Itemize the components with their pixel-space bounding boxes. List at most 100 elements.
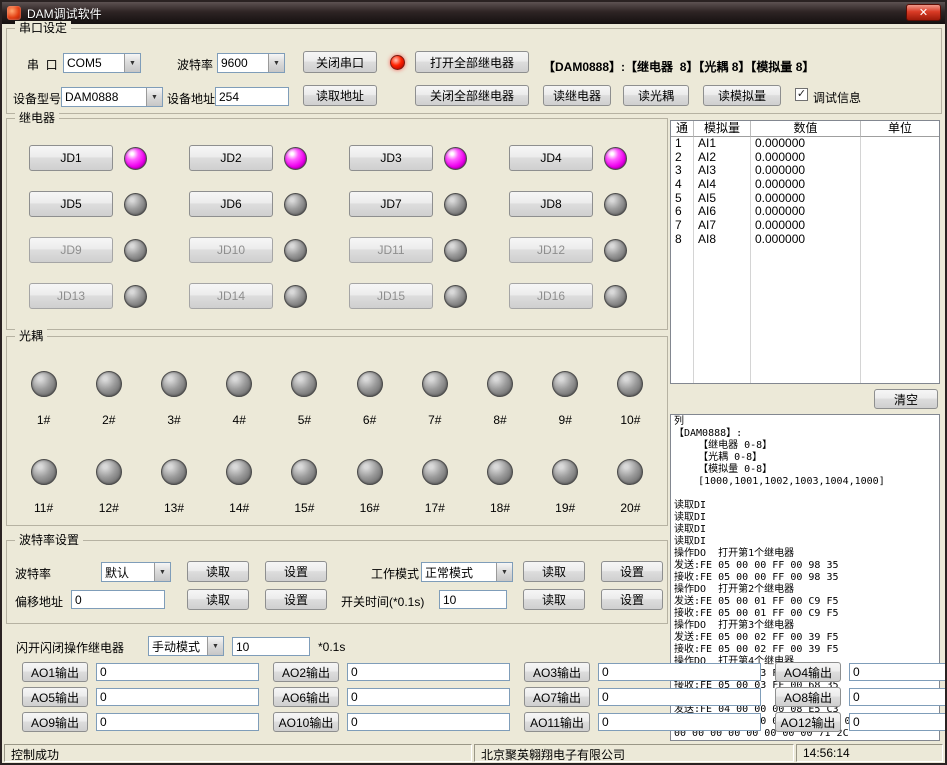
analog-table-empty-cell: [671, 315, 694, 329]
read-analog-button[interactable]: 读模拟量: [703, 85, 781, 106]
offset-read-button[interactable]: 读取: [187, 589, 249, 610]
offset-address-input[interactable]: [71, 590, 165, 609]
relay-button-jd9[interactable]: JD9: [29, 237, 113, 263]
read-relays-button[interactable]: 读继电器: [543, 85, 611, 106]
relay-light-jd14: [284, 285, 307, 308]
work-mode-set-button[interactable]: 设置: [601, 561, 663, 582]
baudrate-default-value: 默认: [102, 564, 154, 581]
opto-label: 18#: [490, 501, 510, 515]
switch-time-input[interactable]: [439, 590, 507, 609]
ao5-output-button[interactable]: AO5输出: [22, 687, 88, 707]
chevron-down-icon: ▼: [124, 54, 140, 72]
close-serial-button[interactable]: 关闭串口: [303, 51, 377, 73]
opto-label: 1#: [37, 413, 50, 427]
opto-cell: 9#: [533, 371, 598, 443]
relay-button-jd10[interactable]: JD10: [189, 237, 273, 263]
device-model-select[interactable]: DAM0888 ▼: [61, 87, 163, 107]
baud-select[interactable]: 9600 ▼: [217, 53, 285, 73]
opto-label: 12#: [99, 501, 119, 515]
ao11-output-input[interactable]: [598, 713, 761, 731]
opto-light-8: [487, 371, 513, 397]
log-line: 【光耦 0-8】: [674, 452, 936, 464]
analog-table-empty-cell: [861, 247, 939, 261]
open-all-relays-button[interactable]: 打开全部继电器: [415, 51, 529, 73]
relay-button-jd1[interactable]: JD1: [29, 145, 113, 171]
ao7-output-input[interactable]: [598, 688, 761, 706]
chevron-down-icon: ▼: [146, 88, 162, 106]
flash-time-input[interactable]: [232, 637, 310, 656]
ao3-output-input[interactable]: [598, 663, 761, 681]
analog-table-empty-cell: [861, 288, 939, 302]
window-title: DAM调试软件: [27, 5, 102, 22]
log-line: 接收:FE 05 00 00 FF 00 98 35: [674, 572, 936, 584]
read-address-button[interactable]: 读取地址: [303, 85, 377, 106]
ao11-output-button[interactable]: AO11输出: [524, 712, 590, 732]
opto-light-13: [161, 459, 187, 485]
relay-button-jd5[interactable]: JD5: [29, 191, 113, 217]
relay-button-jd2[interactable]: JD2: [189, 145, 273, 171]
log-line: 读取DI: [674, 536, 936, 548]
opto-light-10: [617, 371, 643, 397]
ao10-output-input[interactable]: [347, 713, 510, 731]
ao1-output-button[interactable]: AO1输出: [22, 662, 88, 682]
com-port-select[interactable]: COM5 ▼: [63, 53, 141, 73]
switch-time-set-button[interactable]: 设置: [601, 589, 663, 610]
device-address-input[interactable]: [215, 87, 289, 106]
relay-button-jd13[interactable]: JD13: [29, 283, 113, 309]
flash-mode-select[interactable]: 手动模式 ▼: [148, 636, 224, 656]
work-mode-select[interactable]: 正常模式 ▼: [421, 562, 513, 582]
opto-label: 16#: [360, 501, 380, 515]
relay-button-jd7[interactable]: JD7: [349, 191, 433, 217]
ao2-output-button[interactable]: AO2输出: [273, 662, 339, 682]
close-button[interactable]: ✕: [906, 4, 941, 21]
ao9-output-input[interactable]: [96, 713, 259, 731]
ao1-output-input[interactable]: [96, 663, 259, 681]
relay-button-jd12[interactable]: JD12: [509, 237, 593, 263]
baudrate-set-button[interactable]: 设置: [265, 561, 327, 582]
relay-button-jd11[interactable]: JD11: [349, 237, 433, 263]
ao6-output-input[interactable]: [347, 688, 510, 706]
opto-cell: 17#: [402, 459, 467, 531]
ao8-output-input[interactable]: [849, 688, 947, 706]
switch-time-read-button[interactable]: 读取: [523, 589, 585, 610]
relay-button-jd4[interactable]: JD4: [509, 145, 593, 171]
ao9-output-button[interactable]: AO9输出: [22, 712, 88, 732]
analog-table-cell: 0.000000: [751, 233, 861, 247]
relay-button-jd14[interactable]: JD14: [189, 283, 273, 309]
debug-info-checkbox[interactable]: ✓: [795, 88, 808, 101]
ao3-output-button[interactable]: AO3输出: [524, 662, 590, 682]
analog-table-header: 模拟量: [694, 121, 751, 137]
ao10-output-button[interactable]: AO10输出: [273, 712, 339, 732]
ao2-output-input[interactable]: [347, 663, 510, 681]
relay-button-jd3[interactable]: JD3: [349, 145, 433, 171]
baudrate-default-select[interactable]: 默认 ▼: [101, 562, 171, 582]
read-opto-button[interactable]: 读光耦: [623, 85, 689, 106]
analog-table-empty-cell: [671, 260, 694, 274]
analog-table-header: 通: [671, 121, 694, 137]
relay-light-jd4: [604, 147, 627, 170]
ao12-output-button[interactable]: AO12输出: [775, 712, 841, 732]
ao5-output-input[interactable]: [96, 688, 259, 706]
relay-cell: JD4: [501, 145, 661, 171]
offset-set-button[interactable]: 设置: [265, 589, 327, 610]
work-mode-read-button[interactable]: 读取: [523, 561, 585, 582]
opto-cell: 13#: [141, 459, 206, 531]
ao12-output-input[interactable]: [849, 713, 947, 731]
opto-cell: 1#: [11, 371, 76, 443]
analog-table-empty-cell: [861, 315, 939, 329]
ao4-output-input[interactable]: [849, 663, 947, 681]
relay-group-title: 继电器: [15, 111, 59, 125]
relay-button-jd6[interactable]: JD6: [189, 191, 273, 217]
baudrate-read-button[interactable]: 读取: [187, 561, 249, 582]
ao6-output-button[interactable]: AO6输出: [273, 687, 339, 707]
analog-table-empty-cell: [751, 288, 861, 302]
analog-table-cell: AI1: [694, 137, 751, 151]
clear-button[interactable]: 清空: [874, 389, 938, 409]
relay-button-jd16[interactable]: JD16: [509, 283, 593, 309]
ao7-output-button[interactable]: AO7输出: [524, 687, 590, 707]
relay-button-jd15[interactable]: JD15: [349, 283, 433, 309]
ao8-output-button[interactable]: AO8输出: [775, 687, 841, 707]
close-all-relays-button[interactable]: 关闭全部继电器: [415, 85, 529, 106]
ao4-output-button[interactable]: AO4输出: [775, 662, 841, 682]
relay-button-jd8[interactable]: JD8: [509, 191, 593, 217]
